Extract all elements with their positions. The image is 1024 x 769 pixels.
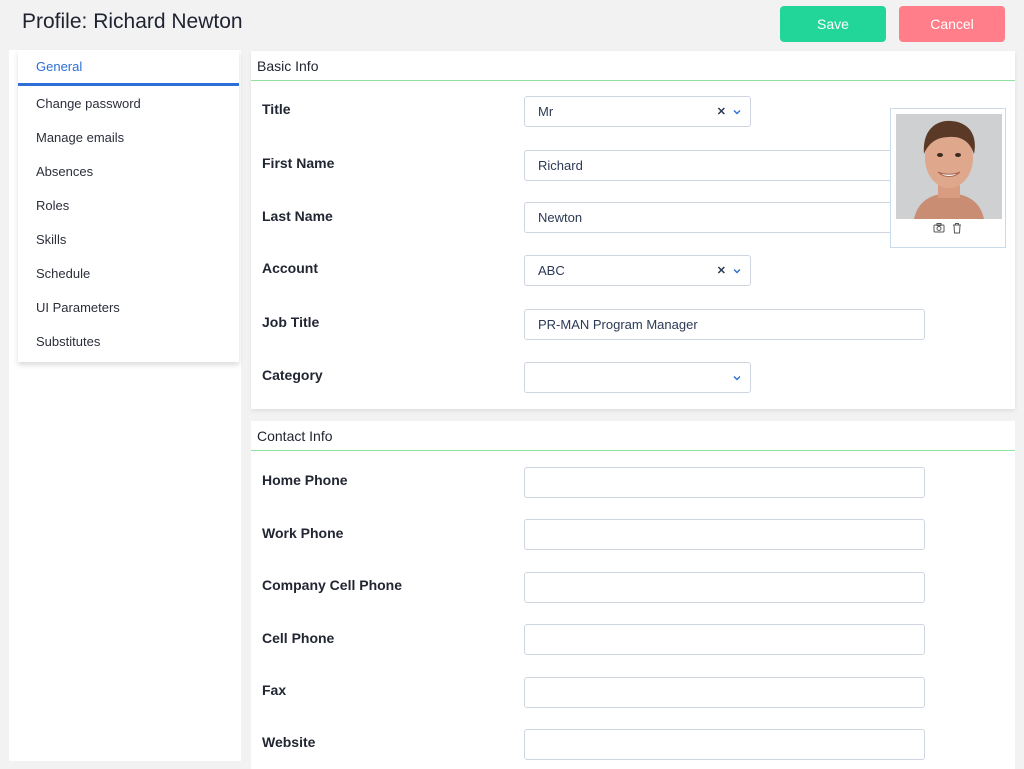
contact-info-heading: Contact Info [251,421,1015,451]
fax-field[interactable] [524,677,925,708]
sidebar-item-absences[interactable]: Absences [18,154,239,188]
work-phone-label: Work Phone [262,525,344,541]
category-label: Category [262,367,323,383]
account-select[interactable]: ABC ✕ [524,255,751,286]
company-cell-phone-label: Company Cell Phone [262,577,403,593]
avatar-portrait [896,114,1002,219]
sidebar-item-substitutes[interactable]: Substitutes [18,324,239,358]
avatar-box [890,108,1006,248]
camera-icon[interactable] [933,222,945,234]
sidebar-item-general[interactable]: General [18,50,239,86]
title-select[interactable]: Mr ✕ [524,96,751,127]
sidebar-item-ui-parameters[interactable]: UI Parameters [18,290,239,324]
title-label: Title [262,101,291,117]
title-select-value: Mr [538,104,554,119]
last-name-field[interactable]: Newton [524,202,925,233]
chevron-down-icon[interactable] [732,373,742,383]
cell-phone-label: Cell Phone [262,630,335,646]
sidebar-item-skills[interactable]: Skills [18,222,239,256]
job-title-label: Job Title [262,314,320,330]
first-name-field[interactable]: Richard [524,150,925,181]
category-select[interactable] [524,362,751,393]
basic-info-heading: Basic Info [251,51,1015,81]
sidebar-item-schedule[interactable]: Schedule [18,256,239,290]
last-name-value: Newton [538,210,583,225]
trash-icon[interactable] [951,222,963,234]
sidebar-item-change-password[interactable]: Change password [18,86,239,120]
first-name-label: First Name [262,155,335,171]
account-label: Account [262,260,318,276]
close-icon[interactable]: ✕ [717,105,726,118]
first-name-value: Richard [538,158,583,173]
save-button[interactable]: Save [780,6,886,42]
home-phone-field[interactable] [524,467,925,498]
chevron-down-icon[interactable] [732,107,742,117]
work-phone-field[interactable] [524,519,925,550]
website-label: Website [262,734,316,750]
contact-info-section: Contact Info Home Phone Work Phone Compa… [251,421,1015,769]
job-title-field[interactable]: PR-MAN Program Manager [524,309,925,340]
company-cell-phone-field[interactable] [524,572,925,603]
website-field[interactable] [524,729,925,760]
job-title-value: PR-MAN Program Manager [538,317,698,332]
page-title: Profile: Richard Newton [22,10,243,33]
last-name-label: Last Name [262,208,333,224]
close-icon[interactable]: ✕ [717,264,726,277]
sidebar-item-manage-emails[interactable]: Manage emails [18,120,239,154]
cancel-button[interactable]: Cancel [899,6,1005,42]
home-phone-label: Home Phone [262,472,348,488]
cell-phone-field[interactable] [524,624,925,655]
avatar [896,114,1002,219]
account-select-value: ABC [538,263,565,278]
sidebar-item-roles[interactable]: Roles [18,188,239,222]
fax-label: Fax [262,682,287,698]
chevron-down-icon[interactable] [732,266,742,276]
sidebar-menu: General Change password Manage emails Ab… [18,50,239,362]
